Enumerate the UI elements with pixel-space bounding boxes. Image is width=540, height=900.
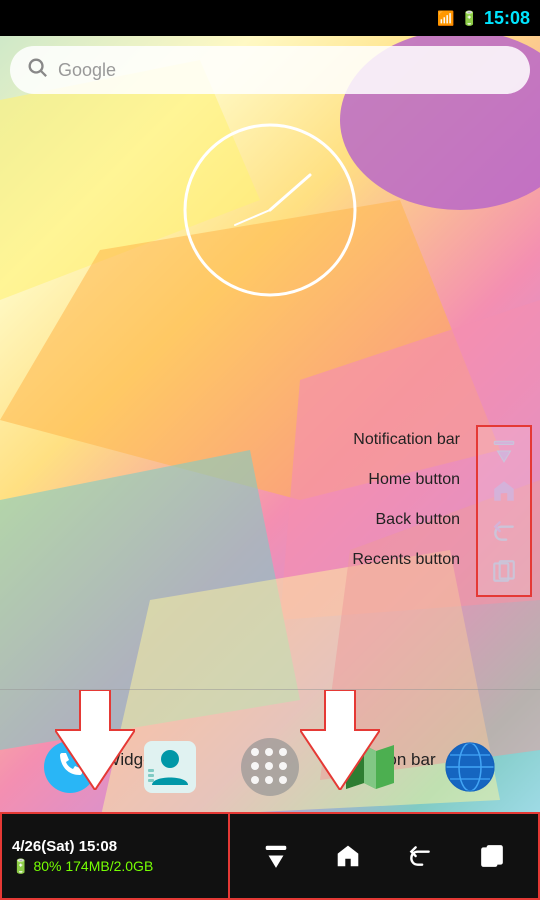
dots-grid xyxy=(251,748,289,786)
contacts-app-icon[interactable] xyxy=(138,735,202,799)
back-button-label: Back button xyxy=(352,500,460,540)
battery-icon-small: 🔋 xyxy=(12,858,29,875)
bottom-bar: 4/26(Sat) 15:08 🔋 80% 174MB/2.0GB xyxy=(0,812,540,900)
arrow-navigation-bar xyxy=(300,690,380,795)
bottom-left-info-panel: 4/26(Sat) 15:08 🔋 80% 174MB/2.0GB xyxy=(0,812,230,900)
notification-bar-sidebar-btn[interactable] xyxy=(480,431,528,471)
clock-widget xyxy=(180,120,360,300)
recents-sidebar-btn[interactable] xyxy=(480,551,528,591)
app-drawer-icon[interactable] xyxy=(238,735,302,799)
nav-home-button[interactable] xyxy=(326,834,370,878)
date-display: 4/26(Sat) 15:08 xyxy=(12,838,218,855)
home-sidebar-btn[interactable] xyxy=(480,471,528,511)
status-time: 15:08 xyxy=(484,8,530,29)
arrow-widget xyxy=(55,690,135,795)
battery-icon: 🔋 xyxy=(461,10,478,27)
home-button-label: Home button xyxy=(352,460,460,500)
wifi-icon: 📶 xyxy=(437,10,454,27)
navigation-bar-panel xyxy=(230,812,540,900)
battery-info-text: 80% 174MB/2.0GB xyxy=(33,858,153,874)
browser-app-icon[interactable] xyxy=(438,735,502,799)
search-icon xyxy=(26,56,48,84)
nav-recents-button[interactable] xyxy=(470,834,514,878)
recents-button-label: Recents button xyxy=(352,540,460,580)
search-label: Google xyxy=(58,60,116,81)
nav-notification-button[interactable] xyxy=(254,834,298,878)
battery-info-display: 🔋 80% 174MB/2.0GB xyxy=(12,858,218,875)
search-bar[interactable]: Google xyxy=(10,46,530,94)
notification-bar-label: Notification bar xyxy=(352,420,460,460)
labels-area: Notification bar Home button Back button… xyxy=(352,420,460,580)
sidebar-panel xyxy=(476,425,532,597)
nav-back-button[interactable] xyxy=(398,834,442,878)
back-sidebar-btn[interactable] xyxy=(480,511,528,551)
status-bar: 📶 🔋 15:08 xyxy=(0,0,540,36)
